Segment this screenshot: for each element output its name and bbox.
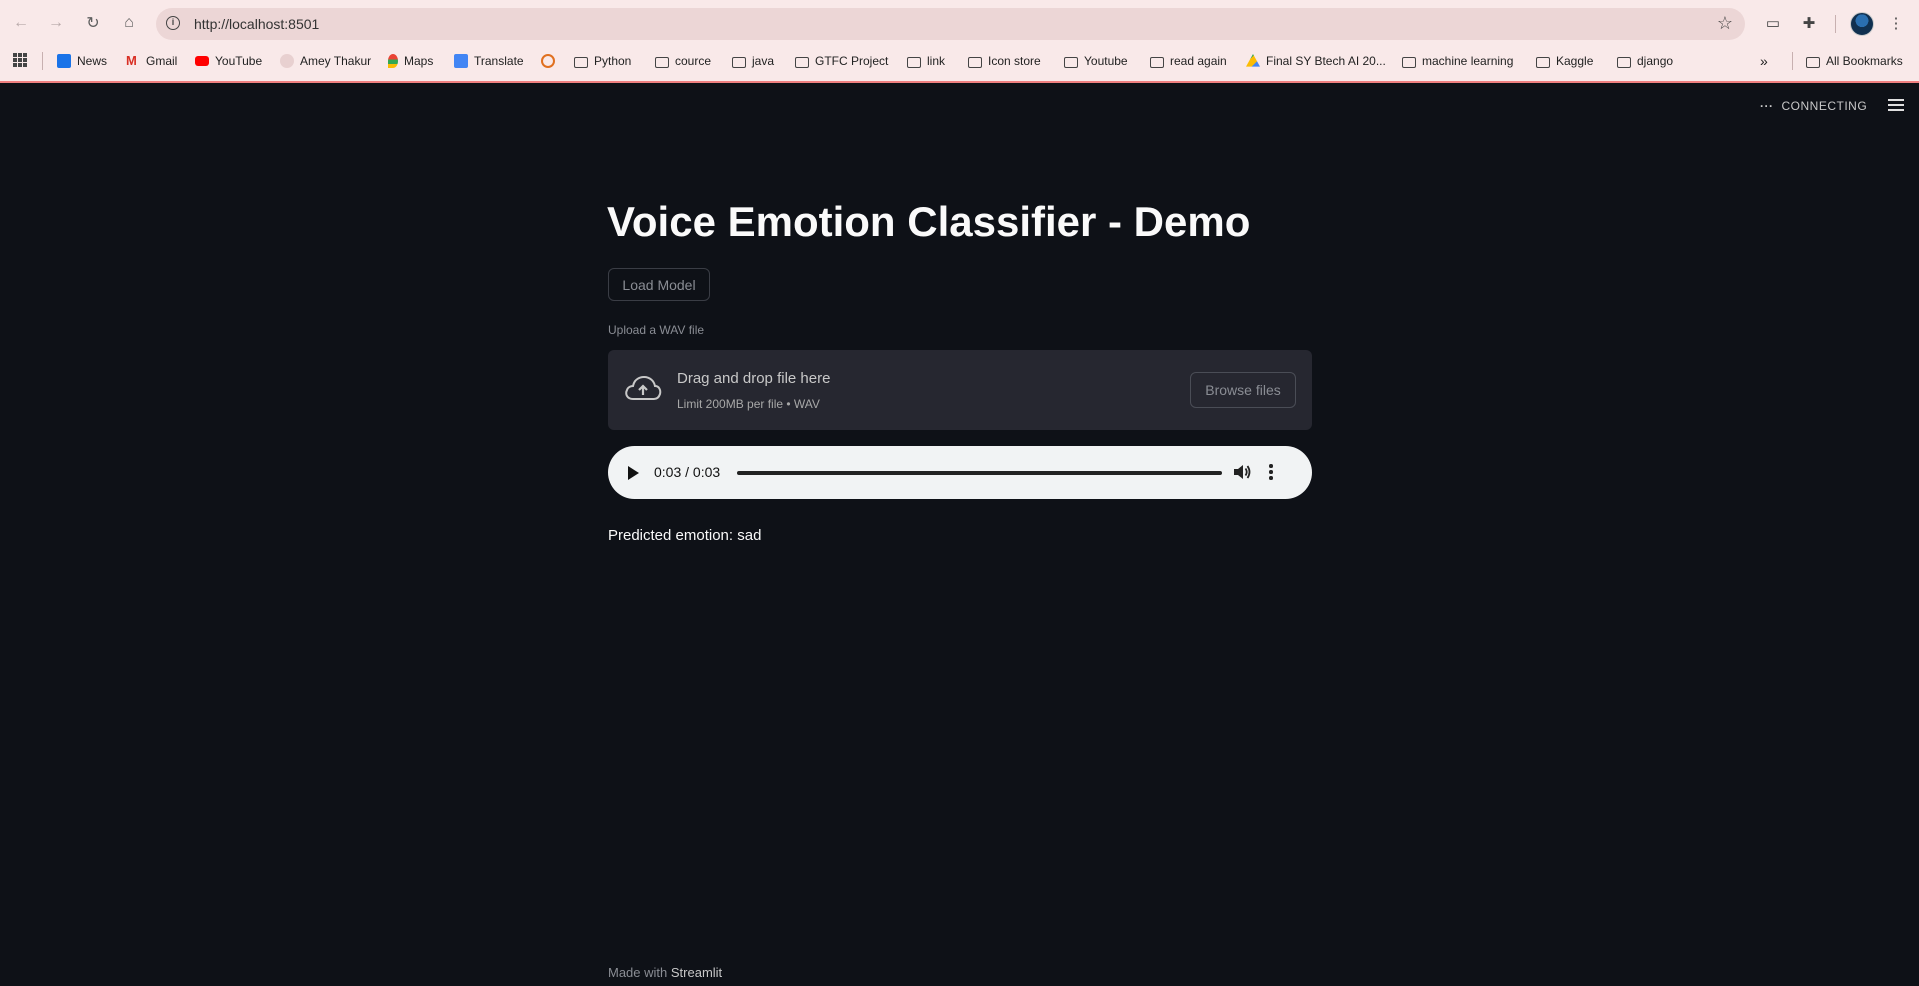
bookmark-folder-gtfc-project[interactable]: GTFC Project [795,52,888,70]
home-icon[interactable]: ⌂ [116,10,142,36]
folder-icon [1402,56,1416,68]
toolbar-divider [1835,15,1836,33]
forward-arrow-icon[interactable]: → [43,10,69,36]
back-arrow-icon[interactable]: ← [8,10,34,36]
reload-icon[interactable]: ↻ [80,10,106,36]
bookmark-folder-read-again[interactable]: read again [1150,52,1227,70]
profile-avatar[interactable] [1850,12,1874,36]
connection-status: ··· CONNECTING [1760,99,1867,113]
footer-prefix: Made with [608,965,668,980]
bookmark-folder-youtube[interactable]: Youtube [1064,52,1128,70]
audio-player: 0:03 / 0:03 [608,446,1312,499]
cloud-upload-icon [625,375,662,400]
bookmark-star-icon[interactable]: ☆ [1717,13,1733,34]
volume-icon[interactable] [1232,462,1252,482]
bookmark-final-sy-btech[interactable]: Final SY Btech AI 20... [1246,52,1386,70]
browser-toolbar: ← → ↻ ⌂ i http://localhost:8501 ☆ ▭ ✚ ⋮ [0,0,1919,46]
folder-icon [795,56,809,68]
load-model-button[interactable]: Load Model [608,268,710,301]
prediction-result: Predicted emotion: sad [608,527,762,544]
dropzone-limit: Limit 200MB per file • WAV [677,397,820,411]
audio-time: 0:03 / 0:03 [654,464,721,480]
page-title: Voice Emotion Classifier - Demo [607,198,1251,245]
gmail-icon: M [126,53,137,68]
folder-icon [732,56,746,68]
bookmark-folder-python[interactable]: Python [574,52,631,70]
bookmark-amey-thakur[interactable]: Amey Thakur [280,52,371,70]
cast-icon[interactable]: ▭ [1760,10,1786,36]
footer: Made with Streamlit [608,965,722,980]
bookmark-folder-link[interactable]: link [907,52,945,70]
audio-seek-bar[interactable] [737,471,1222,475]
folder-icon [907,56,921,68]
news-icon [57,54,71,68]
bookmark-folder-kaggle[interactable]: Kaggle [1536,52,1593,70]
site-icon [541,54,555,68]
profile-icon [280,54,294,68]
audio-options-icon[interactable] [1269,464,1273,482]
folder-icon [1617,56,1631,68]
browser-menu-icon[interactable]: ⋮ [1883,10,1909,36]
bookmark-news[interactable]: News [57,52,107,70]
bookmark-folder-machine-learning[interactable]: machine learning [1402,52,1513,70]
bookmark-gmail[interactable]: M Gmail [126,52,177,70]
all-bookmarks[interactable]: All Bookmarks [1806,52,1903,70]
url-text: http://localhost:8501 [194,16,320,32]
bookmarks-overflow-icon[interactable]: » [1760,52,1768,70]
bookmark-site[interactable] [541,52,561,70]
upload-label: Upload a WAV file [608,323,705,337]
browse-files-button[interactable]: Browse files [1190,372,1296,408]
drive-icon [1246,54,1260,67]
folder-icon [1806,56,1820,68]
file-dropzone[interactable]: Drag and drop file here Limit 200MB per … [608,350,1312,430]
dropzone-instructions: Drag and drop file here [677,370,831,387]
bookmark-folder-cource[interactable]: cource [655,52,711,70]
extensions-icon[interactable]: ✚ [1796,10,1822,36]
maps-icon [388,54,398,68]
bookmark-translate[interactable]: Translate [454,52,524,70]
streamlit-link[interactable]: Streamlit [671,965,722,980]
folder-icon [1536,56,1550,68]
bookmark-maps[interactable]: Maps [388,52,433,70]
bookmark-folder-icon-store[interactable]: Icon store [968,52,1041,70]
translate-icon [454,54,468,68]
folder-icon [968,56,982,68]
youtube-icon [195,56,209,66]
folder-icon [655,56,669,68]
bookmark-folder-java[interactable]: java [732,52,774,70]
folder-icon [1064,56,1078,68]
site-info-icon[interactable]: i [166,16,180,30]
bookmark-youtube[interactable]: YouTube [195,52,262,70]
address-bar[interactable]: i http://localhost:8501 ☆ [156,8,1745,40]
browser-chrome: ← → ↻ ⌂ i http://localhost:8501 ☆ ▭ ✚ ⋮ … [0,0,1919,83]
status-dots-icon: ··· [1760,99,1774,113]
connection-status-text: CONNECTING [1781,99,1868,113]
folder-icon [574,56,588,68]
folder-icon [1150,56,1164,68]
bookmark-folder-django[interactable]: django [1617,52,1673,70]
play-icon[interactable] [628,466,639,480]
bookmarks-bar: News M Gmail YouTube Amey Thakur Maps Tra… [0,46,1919,74]
hamburger-menu-icon[interactable] [1888,99,1904,113]
bookmarks-divider-right [1792,52,1793,70]
